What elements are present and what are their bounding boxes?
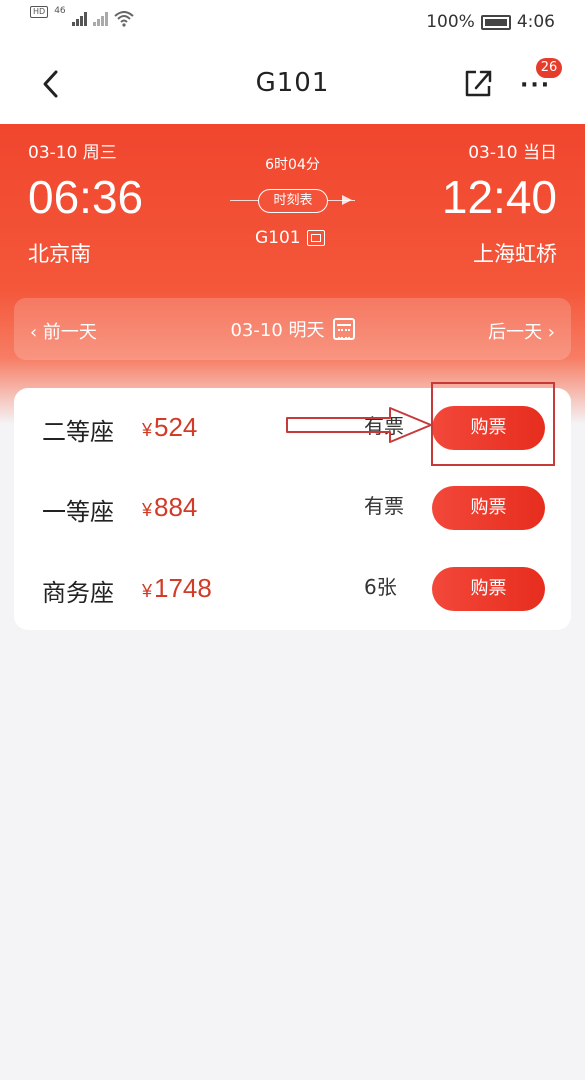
train-info-icon [306, 230, 325, 246]
signal-icon [71, 10, 87, 26]
timetable-button[interactable]: 时刻表 [258, 189, 328, 213]
train-number[interactable]: G101 [255, 228, 325, 248]
status-bar: HD 46 100% 4:06 [0, 0, 585, 44]
seat-name: 二等座 [42, 418, 114, 446]
clock: 4:06 [516, 12, 555, 32]
seat-name: 商务座 [42, 579, 114, 607]
hd-indicator: HD [30, 6, 49, 18]
battery-icon [480, 14, 511, 30]
wifi-icon [113, 11, 134, 27]
trip-header: 03-10 周三 03-10 当日 6时04分 06:36 12:40 时刻表 … [0, 124, 585, 424]
more-icon: ··· [520, 73, 552, 98]
battery-percent: 100% [426, 12, 475, 32]
currency-symbol: ¥ [142, 500, 153, 520]
seat-price: ¥1748 [142, 573, 212, 604]
page-title: G101 [255, 68, 330, 98]
share-icon[interactable] [462, 66, 494, 100]
hd-label: HD [30, 6, 49, 18]
seat-price: ¥884 [142, 492, 197, 523]
arrive-station: 上海虹桥 [473, 242, 557, 266]
status-left: HD 46 [30, 6, 134, 28]
arrive-time: 12:40 [441, 171, 557, 223]
currency-symbol: ¥ [142, 420, 153, 440]
annotation-highlight-box [431, 382, 555, 466]
train-number-label: G101 [255, 228, 301, 248]
seat-price: ¥524 [142, 412, 197, 443]
depart-time: 06:36 [28, 171, 144, 223]
seat-name: 一等座 [42, 498, 114, 526]
annotation-arrow-icon [286, 407, 432, 443]
calendar-icon [332, 318, 355, 340]
buy-button-business-class[interactable]: 购票 [432, 567, 545, 611]
seat-price-value: 884 [154, 492, 198, 522]
next-day-button[interactable]: 后一天 › [488, 318, 555, 344]
notification-badge: 26 [536, 58, 562, 78]
current-date-label: 03-10 明天 [230, 320, 325, 341]
date-selector: ‹ 前一天 03-10 明天 后一天 › [14, 298, 571, 360]
more-button[interactable]: ··· 26 [516, 58, 562, 104]
seat-row-business-class: 商务座 ¥1748 6张 购票 [14, 549, 571, 629]
signal-2-icon [92, 10, 108, 26]
seat-price-value: 1748 [154, 573, 212, 603]
depart-station: 北京南 [28, 242, 91, 266]
nav-bar: G101 ··· 26 [0, 44, 585, 124]
route-arrow-icon [342, 195, 352, 205]
currency-symbol: ¥ [142, 581, 153, 601]
seat-price-value: 524 [154, 412, 198, 442]
seat-availability: 6张 [364, 575, 397, 599]
network-type: 46 [54, 6, 66, 16]
seat-row-first-class: 一等座 ¥884 有票 购票 [14, 468, 571, 548]
status-right: 100% 4:06 [426, 12, 555, 32]
page: HD 46 100% 4:06 G101 ··· 26 03-10 周三 03-… [0, 0, 585, 1080]
buy-button-first-class[interactable]: 购票 [432, 486, 545, 530]
seat-availability: 有票 [364, 494, 404, 518]
